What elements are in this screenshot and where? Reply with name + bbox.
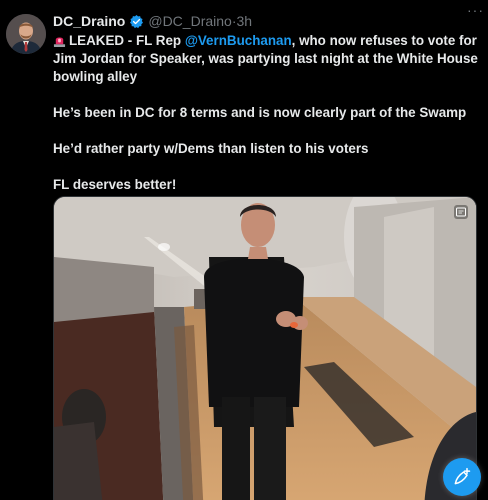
tweet-paragraph-4: FL deserves better! bbox=[53, 177, 177, 192]
tweet-paragraph-3: He’d rather party w/Dems than listen to … bbox=[53, 141, 369, 156]
tweet-media[interactable] bbox=[53, 196, 477, 500]
compose-icon bbox=[454, 467, 471, 485]
mention-link[interactable]: @VernBuchanan bbox=[185, 33, 292, 48]
avatar[interactable] bbox=[6, 14, 46, 54]
tweet-timestamp[interactable]: 3h bbox=[237, 13, 253, 29]
verified-badge-icon bbox=[130, 14, 144, 28]
bowling-alley-video-frame bbox=[54, 197, 476, 500]
compose-button[interactable] bbox=[443, 458, 481, 496]
gif-icon[interactable] bbox=[454, 205, 468, 219]
author-name[interactable]: DC_Draino bbox=[53, 13, 125, 29]
tweet-text-lead: LEAKED - FL Rep bbox=[69, 33, 185, 48]
tweet-paragraph-2: He’s been in DC for 8 terms and is now c… bbox=[53, 105, 467, 120]
tweet-paragraph-1: LEAKED - FL Rep @VernBuchanan, who now r… bbox=[53, 32, 478, 86]
avatar-image bbox=[6, 14, 46, 54]
more-icon[interactable]: ··· bbox=[467, 3, 484, 17]
tweet: DC_Draino @DC_Draino · 3h LEAKED - FL Re… bbox=[0, 0, 488, 500]
tweet-body: DC_Draino @DC_Draino · 3h LEAKED - FL Re… bbox=[53, 12, 478, 500]
siren-icon bbox=[53, 37, 66, 47]
media-badge-glyph bbox=[456, 207, 466, 217]
author-handle[interactable]: @DC_Draino bbox=[148, 13, 231, 29]
tweet-text: LEAKED - FL Rep @VernBuchanan, who now r… bbox=[53, 32, 478, 194]
tweet-header: DC_Draino @DC_Draino · 3h bbox=[53, 12, 478, 30]
